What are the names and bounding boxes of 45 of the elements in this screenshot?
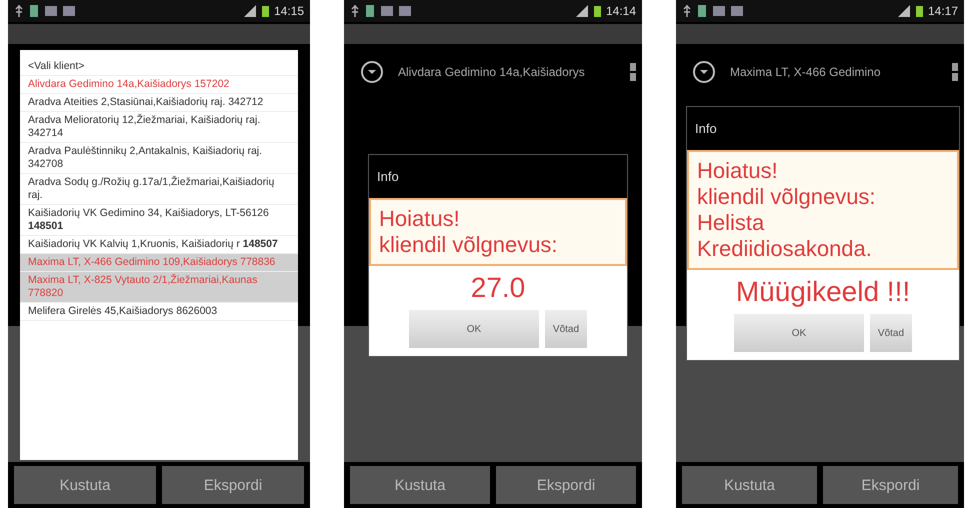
dialog-button[interactable]: Võtad	[870, 314, 912, 352]
usb-icon	[350, 4, 360, 18]
status-time: 14:14	[606, 4, 636, 18]
client-item[interactable]: Aradva Sodų g./Rožių g.17a/1,Žiežmariai,Kaišiadorių raj.	[20, 174, 298, 205]
battery-icon	[592, 4, 602, 18]
action-button[interactable]: Kustuta	[350, 466, 490, 504]
client-item[interactable]: Maxima LT, X-825 Vytauto 2/1,Žiežmariai,Kaunas 778820	[20, 272, 298, 303]
usb-icon	[14, 4, 24, 18]
client-item[interactable]: Maxima LT, X-466 Gedimino 109,Kaišiadorys 778836	[20, 254, 298, 272]
sim-icon	[696, 4, 708, 18]
dropdown-icon[interactable]	[692, 60, 716, 84]
client-item[interactable]: Melifera Girelės 45,Kaišiadorys 8626003	[20, 303, 298, 321]
sim-icon	[364, 4, 376, 18]
action-button[interactable]: Ekspordi	[496, 466, 636, 504]
warning-message: Hoiatus! kliendil võlgnevus:	[369, 198, 627, 266]
dialog-title: Info	[687, 107, 959, 150]
battery-icon	[260, 4, 270, 18]
dialog-button[interactable]: OK	[734, 314, 864, 352]
client-item[interactable]: <Vali klient>	[20, 58, 298, 76]
sim-icon	[28, 4, 40, 18]
warning-detail: Müügikeeld !!!	[734, 275, 912, 309]
signal-icon	[574, 4, 589, 18]
dropdown-icon[interactable]	[360, 60, 384, 84]
client-name: Maxima LT, X-466 Gedimino	[730, 64, 882, 80]
action-button[interactable]: Ekspordi	[823, 466, 958, 504]
usb-icon	[682, 4, 692, 18]
client-item[interactable]: Kaišiadorių VK Gedimino 34, Kaišiadorys, LT-56126 148501	[20, 205, 298, 236]
action-button[interactable]: Kustuta	[14, 466, 156, 504]
client-name: Alivdara Gedimino 14a,Kaišiadorys	[398, 64, 586, 80]
signal-icon	[242, 4, 257, 18]
client-item[interactable]: Aradva Paulėštinnikų 2,Antakalnis, Kaišiadorių raj. 342708	[20, 143, 298, 174]
dialog-title: Info	[369, 155, 627, 198]
status-time: 14:17	[928, 4, 958, 18]
client-item[interactable]: Aradva Ateities 2,Stasiūnai,Kaišiadorių raj. 342712	[20, 94, 298, 112]
dialog-button[interactable]: OK	[408, 310, 539, 348]
action-button[interactable]: Kustuta	[682, 466, 817, 504]
warning-detail: 27.0	[470, 271, 526, 305]
dialog-button[interactable]: Võtad	[544, 310, 588, 348]
battery-icon	[914, 4, 924, 18]
signal-icon	[896, 4, 911, 18]
client-item[interactable]: Aradva Melioratorių 12,Žiežmariai, Kaišiadorių raj. 342714	[20, 112, 298, 143]
action-button[interactable]: Ekspordi	[162, 466, 304, 504]
warning-message: Hoiatus! kliendil võlgnevus: Helista Krediidiosakonda.	[687, 150, 959, 270]
client-item[interactable]: Alivdara Gedimino 14a,Kaišiadorys 157202	[20, 76, 298, 94]
status-time: 14:15	[274, 4, 304, 18]
